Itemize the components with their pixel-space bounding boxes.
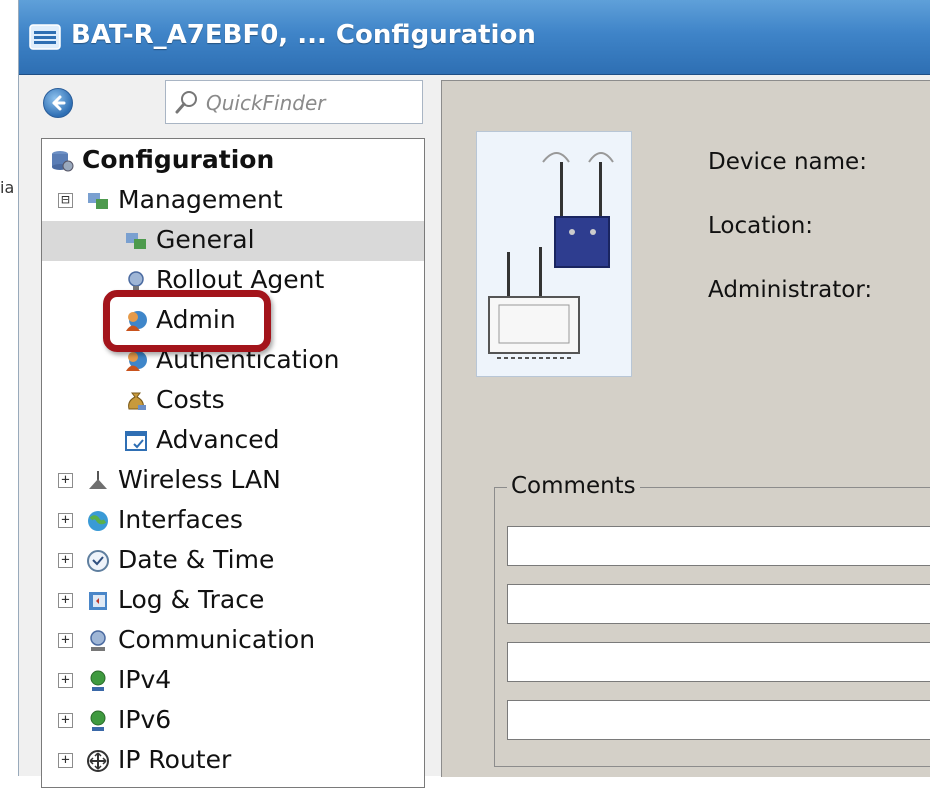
interfaces-globe-icon	[88, 511, 108, 531]
back-button[interactable]	[43, 88, 73, 118]
collapse-toggle[interactable]: ⊟	[58, 193, 73, 208]
wireless-antenna-icon	[89, 471, 107, 489]
tree-item-label: Advanced	[156, 425, 280, 454]
database-config-icon	[52, 151, 74, 172]
window-title: BAT-R_A7EBF0, ... Configuration	[71, 20, 536, 50]
tree-item-costs[interactable]: Costs	[42, 381, 424, 421]
globe-agent-icon	[128, 271, 144, 291]
network-management-icon	[88, 193, 108, 209]
comment-field-1[interactable]	[507, 526, 930, 566]
tree-item-date-time[interactable]: + Date & Time	[42, 541, 424, 581]
tree-item-label: Interfaces	[118, 505, 243, 534]
search-input[interactable]	[204, 87, 418, 119]
tree-item-general[interactable]: General	[42, 221, 424, 261]
general-settings-panel: Device name: Location: Administrator: Co…	[441, 80, 930, 777]
tree-item-label: Wireless LAN	[118, 465, 281, 494]
device-name-label: Device name:	[708, 149, 867, 175]
location-label: Location:	[708, 213, 814, 239]
quickfinder-box[interactable]	[165, 80, 423, 124]
comment-field-4[interactable]	[507, 700, 930, 740]
tree-item-label: IPv6	[118, 705, 172, 734]
tree-item-label: IP Router	[118, 745, 232, 774]
tree-item-ip-router[interactable]: + IP Router	[42, 741, 424, 781]
expand-toggle[interactable]: +	[58, 593, 73, 608]
expand-toggle[interactable]: +	[58, 673, 73, 688]
tree-item-label: Costs	[156, 385, 225, 414]
tree-item-management[interactable]: ⊟ Management	[42, 181, 424, 221]
expand-toggle[interactable]: +	[58, 713, 73, 728]
tree-item-wireless-lan[interactable]: + Wireless LAN	[42, 461, 424, 501]
admin-user-icon	[126, 311, 147, 331]
expand-toggle[interactable]: +	[58, 513, 73, 528]
money-bag-icon	[128, 392, 146, 410]
expand-toggle[interactable]: +	[58, 473, 73, 488]
configuration-window: BAT-R_A7EBF0, ... Configuration Configur…	[18, 0, 930, 788]
tree-item-label: Rollout Agent	[156, 265, 325, 294]
tree-item-label: IPv4	[118, 665, 172, 694]
desktop-background: ia	[0, 0, 18, 776]
tree-item-configuration[interactable]: Configuration	[42, 141, 424, 181]
tree-item-communication[interactable]: + Communication	[42, 621, 424, 661]
clock-icon	[87, 550, 109, 572]
tree-item-interfaces[interactable]: + Interfaces	[42, 501, 424, 541]
comments-group: Comments	[494, 473, 930, 767]
title-bar[interactable]: BAT-R_A7EBF0, ... Configuration	[19, 0, 930, 75]
tree-item-label: General	[156, 225, 255, 254]
device-illustration	[476, 131, 632, 377]
router-icon	[87, 750, 109, 772]
tree-item-rollout-agent[interactable]: Rollout Agent	[42, 261, 424, 301]
expand-toggle[interactable]: +	[58, 553, 73, 568]
configuration-tree: Configuration ⊟ Management General Rollo…	[41, 138, 425, 788]
advanced-window-icon	[125, 431, 147, 451]
administrator-label: Administrator:	[708, 277, 873, 303]
app-window-icon	[29, 24, 61, 50]
comment-field-3[interactable]	[507, 642, 930, 682]
comment-field-2[interactable]	[507, 584, 930, 624]
tree-item-label: Management	[118, 185, 283, 214]
tree-item-admin[interactable]: Admin	[42, 301, 424, 341]
tree-item-label: Communication	[118, 625, 316, 654]
tree-item-ipv4[interactable]: + IPv4	[42, 661, 424, 701]
background-text: ia	[0, 178, 15, 197]
tree-item-advanced[interactable]: Advanced	[42, 421, 424, 461]
communication-globe-icon	[90, 630, 106, 651]
tree-item-label: Configuration	[82, 145, 275, 174]
tree-item-ipv6[interactable]: + IPv6	[42, 701, 424, 741]
expand-toggle[interactable]: +	[58, 633, 73, 648]
ipv4-globe-icon	[90, 670, 106, 691]
comments-label: Comments	[507, 473, 640, 499]
tree-item-authentication[interactable]: Authentication	[42, 341, 424, 381]
back-arrow-icon	[52, 95, 66, 111]
tree-item-log-trace[interactable]: + Log & Trace	[42, 581, 424, 621]
search-icon	[175, 91, 197, 114]
tree-item-label: Authentication	[156, 345, 340, 374]
users-auth-icon	[126, 351, 147, 371]
tree-item-label: Admin	[156, 305, 236, 334]
ipv6-globe-icon	[90, 710, 106, 731]
general-network-icon	[126, 233, 146, 249]
tree-item-label: Log & Trace	[118, 585, 265, 614]
log-book-icon	[89, 592, 107, 610]
tree-item-label: Date & Time	[118, 545, 275, 574]
expand-toggle[interactable]: +	[58, 753, 73, 768]
